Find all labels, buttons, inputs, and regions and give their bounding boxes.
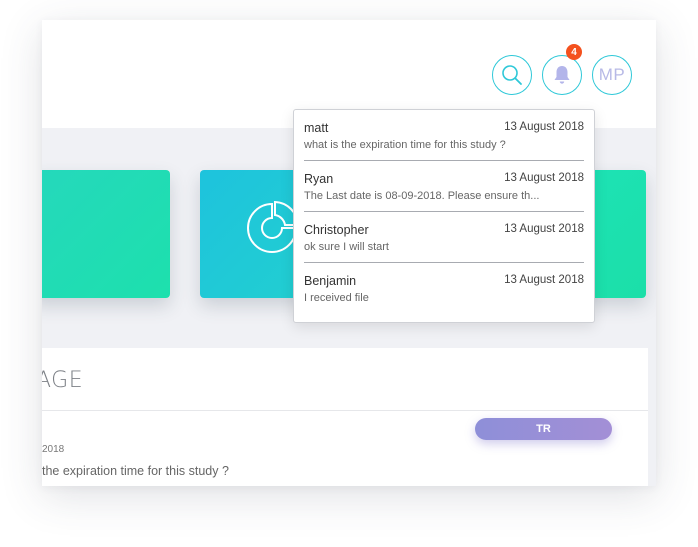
notification-sender: Benjamin bbox=[304, 274, 357, 288]
notification-preview: what is the expiration time for this stu… bbox=[304, 139, 506, 151]
notification-date: 13 August 2018 bbox=[504, 172, 584, 184]
notifications-button[interactable] bbox=[542, 55, 582, 95]
bell-icon bbox=[554, 66, 570, 84]
notification-item[interactable]: Ryan 13 August 2018 The Last date is 08-… bbox=[304, 161, 584, 212]
search-icon bbox=[502, 65, 522, 85]
notification-date: 13 August 2018 bbox=[504, 274, 584, 286]
pie-chart-icon bbox=[247, 200, 300, 253]
notification-preview: ok sure I will start bbox=[304, 241, 389, 253]
dashboard-card[interactable] bbox=[42, 170, 170, 298]
notification-date: 13 August 2018 bbox=[504, 121, 584, 133]
notification-sender: Ryan bbox=[304, 172, 334, 186]
notification-date: 13 August 2018 bbox=[504, 223, 584, 235]
divider bbox=[42, 410, 648, 411]
panel-edge bbox=[648, 348, 656, 486]
notifications-dropdown: matt 13 August 2018 what is the expirati… bbox=[293, 109, 595, 323]
notification-preview: The Last date is 08-09-2018. Please ensu… bbox=[304, 190, 540, 202]
messages-panel: AGE TR 2018 the expiration time for this… bbox=[42, 348, 648, 486]
notification-sender: matt bbox=[304, 121, 329, 135]
message-text: the expiration time for this study ? bbox=[42, 464, 229, 478]
notification-count-badge: 4 bbox=[566, 44, 582, 60]
user-avatar[interactable]: MP bbox=[592, 55, 632, 95]
panel-title: AGE bbox=[42, 368, 84, 393]
notification-preview: I received file bbox=[304, 292, 369, 304]
message-date: 2018 bbox=[42, 444, 65, 455]
notification-item[interactable]: matt 13 August 2018 what is the expirati… bbox=[304, 110, 584, 161]
notification-item[interactable]: Benjamin 13 August 2018 I received file bbox=[304, 263, 584, 314]
search-button[interactable] bbox=[492, 55, 532, 95]
notification-sender: Christopher bbox=[304, 223, 369, 237]
tag-badge[interactable]: TR bbox=[475, 418, 612, 440]
notification-item[interactable]: Christopher 13 August 2018 ok sure I wil… bbox=[304, 212, 584, 263]
